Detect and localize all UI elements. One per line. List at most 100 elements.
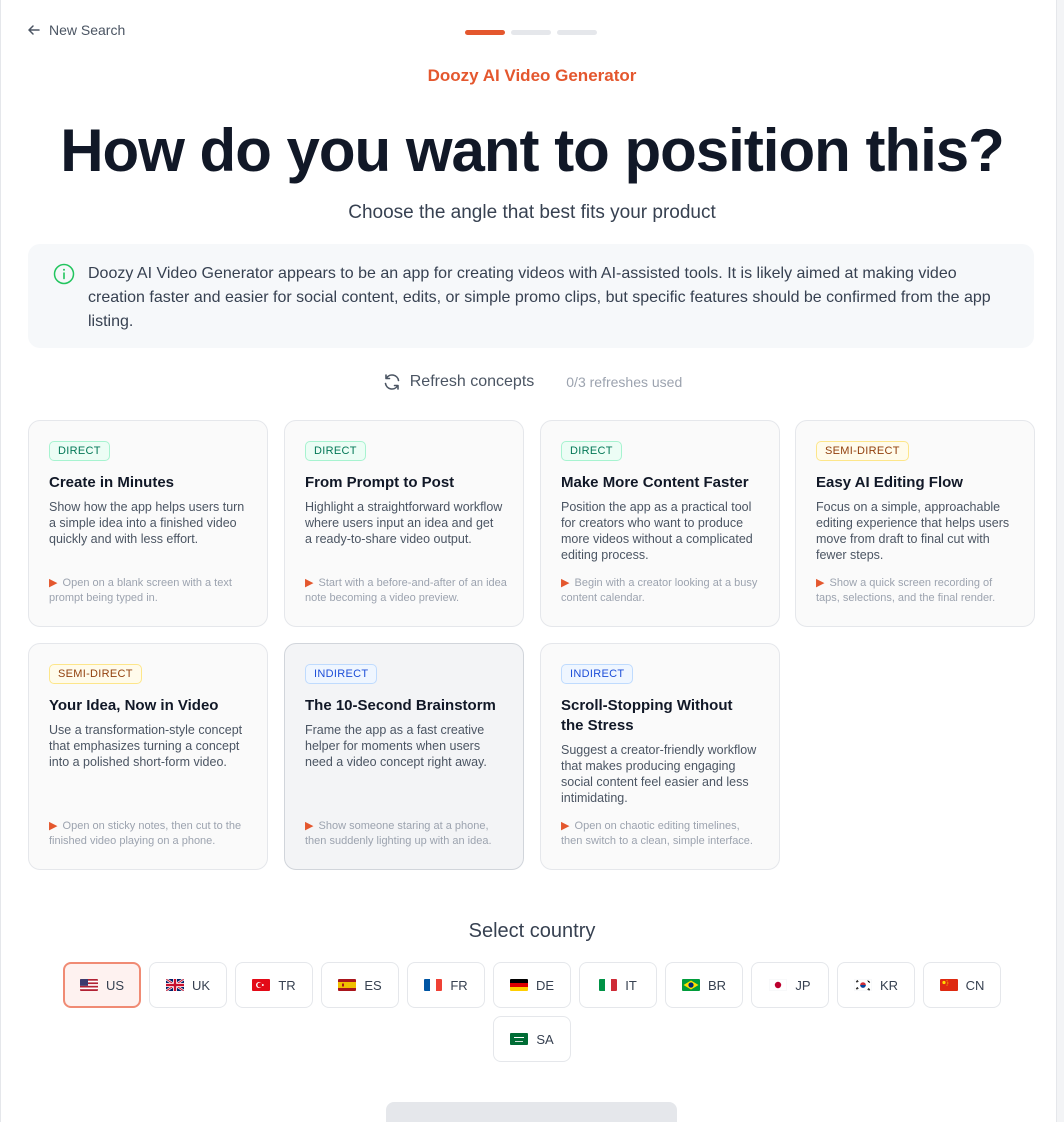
app-name-eyebrow: Doozy AI Video Generator <box>427 66 637 85</box>
concept-hint-text: Open on a blank screen with a text promp… <box>49 577 232 604</box>
page-subtitle: Choose the angle that best fits your pro… <box>348 202 716 223</box>
concept-type-badge: SEMI-DIRECT <box>49 664 142 684</box>
country-option-de[interactable]: DE <box>493 962 571 1008</box>
info-icon <box>53 263 75 285</box>
concept-type-badge: DIRECT <box>49 441 110 461</box>
refresh-concepts-button[interactable]: Refresh concepts <box>382 372 535 392</box>
concept-card[interactable]: DIRECT Make More Content Faster Position… <box>540 420 780 627</box>
concept-title: Your Idea, Now in Video <box>49 697 219 714</box>
page: New Search Doozy AI Video Generator How … <box>0 0 1064 1122</box>
country-option-kr[interactable]: KR <box>837 962 915 1008</box>
concept-card[interactable]: INDIRECT The 10-Second Brainstorm Frame … <box>284 643 524 870</box>
flag-fr-icon <box>424 979 443 991</box>
concept-type-badge: INDIRECT <box>305 664 378 684</box>
new-search-link[interactable]: New Search <box>27 22 125 38</box>
continue-button[interactable] <box>386 1102 677 1122</box>
country-code: UK <box>191 977 211 993</box>
country-option-es[interactable]: ES <box>321 962 399 1008</box>
flag-jp-icon <box>769 979 788 991</box>
country-selector: US UK TR ES FR DE IT BR JP KR CN SA <box>59 962 1005 1062</box>
play-triangle-icon: ▶ <box>816 577 825 589</box>
flag-it-icon <box>599 979 618 991</box>
concept-card[interactable]: SEMI-DIRECT Your Idea, Now in Video Use … <box>28 643 268 870</box>
concept-hint-text: Show someone staring at a phone, then su… <box>305 820 492 847</box>
flag-kr-icon <box>853 979 872 991</box>
concept-title: Make More Content Faster <box>561 474 749 491</box>
concept-type-badge: DIRECT <box>305 441 366 461</box>
page-title: How do you want to position this? <box>60 117 1005 184</box>
country-option-fr[interactable]: FR <box>407 962 485 1008</box>
refresh-icon <box>384 374 400 390</box>
refresh-concepts-label: Refresh concepts <box>409 373 535 390</box>
step-2 <box>511 30 551 35</box>
country-option-uk[interactable]: UK <box>149 962 227 1008</box>
concept-hint-text: Start with a before-and-after of an idea… <box>305 577 507 604</box>
concept-card[interactable]: DIRECT From Prompt to Post Highlight a s… <box>284 420 524 627</box>
concept-hint-text: Open on chaotic editing timelines, then … <box>561 820 753 847</box>
concept-card[interactable]: INDIRECT Scroll-Stopping Without the Str… <box>540 643 780 870</box>
country-code: SA <box>536 1031 554 1047</box>
country-option-it[interactable]: IT <box>579 962 657 1008</box>
step-3 <box>557 30 597 35</box>
concept-hint-text: Open on sticky notes, then cut to the fi… <box>49 820 242 847</box>
play-triangle-icon: ▶ <box>561 577 570 589</box>
country-code: US <box>105 977 125 993</box>
flag-de-icon <box>509 979 528 991</box>
country-option-us[interactable]: US <box>63 962 141 1008</box>
concept-title: The 10-Second Brainstorm <box>305 697 496 714</box>
concept-description: Show how the app helps users turn a simp… <box>49 500 245 546</box>
country-code: DE <box>535 977 555 993</box>
concept-card[interactable]: DIRECT Create in Minutes Show how the ap… <box>28 420 268 627</box>
concept-opening-hint: ▶ Open on chaotic editing timelines, the… <box>561 819 763 849</box>
new-search-label: New Search <box>49 22 126 38</box>
country-code: KR <box>879 977 899 993</box>
concept-title: From Prompt to Post <box>305 474 455 491</box>
country-code: IT <box>625 977 637 993</box>
refresh-count: 0/3 refreshes used <box>566 374 683 390</box>
concept-opening-hint: ▶ Begin with a creator looking at a busy… <box>561 576 763 606</box>
country-option-cn[interactable]: CN <box>923 962 1001 1008</box>
country-option-br[interactable]: BR <box>665 962 743 1008</box>
country-option-tr[interactable]: TR <box>235 962 313 1008</box>
country-code: TR <box>278 977 296 993</box>
country-code: BR <box>707 977 727 993</box>
concept-title: Scroll-Stopping Without the Stress <box>561 697 733 734</box>
concept-description: Use a transformation-style concept that … <box>49 723 243 769</box>
concept-title: Easy AI Editing Flow <box>816 474 963 491</box>
play-triangle-icon: ▶ <box>305 577 314 589</box>
arrow-left-icon <box>28 25 40 35</box>
country-option-jp[interactable]: JP <box>751 962 829 1008</box>
step-1 <box>465 30 505 35</box>
play-triangle-icon: ▶ <box>49 577 58 589</box>
concept-opening-hint: ▶ Show someone staring at a phone, then … <box>305 819 507 849</box>
flag-sa-icon <box>510 1033 529 1045</box>
flag-br-icon <box>681 979 700 991</box>
concept-type-badge: SEMI-DIRECT <box>816 441 909 461</box>
top-bar: New Search <box>1 18 1057 46</box>
play-triangle-icon: ▶ <box>561 820 570 832</box>
concept-opening-hint: ▶ Start with a before-and-after of an id… <box>305 576 507 606</box>
concept-type-badge: DIRECT <box>561 441 622 461</box>
concept-hint-text: Show a quick screen recording of taps, s… <box>816 577 996 604</box>
concept-opening-hint: ▶ Open on sticky notes, then cut to the … <box>49 819 251 849</box>
concept-description: Position the app as a practical tool for… <box>561 500 753 562</box>
refresh-row: Refresh concepts 0/3 refreshes used <box>1 372 1063 392</box>
country-code: ES <box>364 977 382 993</box>
flag-us-icon <box>79 979 98 991</box>
flag-tr-icon <box>252 979 271 991</box>
app-summary-text: Doozy AI Video Generator appears to be a… <box>88 265 991 330</box>
concept-description: Focus on a simple, approachable editing … <box>816 500 1010 562</box>
step-indicator <box>465 30 597 35</box>
concept-title: Create in Minutes <box>49 474 175 491</box>
app-summary-box: Doozy AI Video Generator appears to be a… <box>28 244 1034 348</box>
country-code: FR <box>450 977 468 993</box>
scrollbar[interactable] <box>1056 0 1064 1122</box>
concept-card[interactable]: SEMI-DIRECT Easy AI Editing Flow Focus o… <box>795 420 1035 627</box>
concept-opening-hint: ▶ Open on a blank screen with a text pro… <box>49 576 251 606</box>
country-option-sa[interactable]: SA <box>493 1016 571 1062</box>
concept-hint-text: Begin with a creator looking at a busy c… <box>561 577 758 604</box>
concept-opening-hint: ▶ Show a quick screen recording of taps,… <box>816 576 1018 606</box>
concept-description: Suggest a creator-friendly workflow that… <box>561 743 757 805</box>
concept-description: Highlight a straightforward workflow whe… <box>305 500 503 546</box>
play-triangle-icon: ▶ <box>305 820 314 832</box>
